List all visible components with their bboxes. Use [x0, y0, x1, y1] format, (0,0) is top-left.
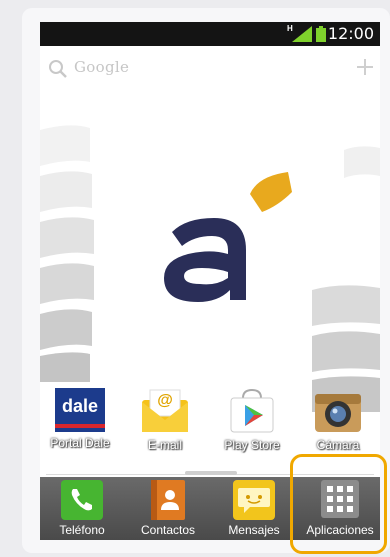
dock-messages[interactable]: Mensajes — [214, 480, 294, 537]
dock-label: Contactos — [140, 523, 196, 537]
dock-phone[interactable]: Teléfono — [42, 480, 122, 537]
app-camera[interactable]: Cámara — [304, 388, 372, 452]
app-email[interactable]: @ E-mail — [131, 388, 199, 452]
dock-contacts[interactable]: Contactos — [128, 480, 208, 537]
highlight-box — [290, 454, 387, 554]
google-search-bar[interactable]: Google — [40, 52, 380, 82]
portal-dale-icon: dale — [55, 388, 105, 432]
status-time: 12:00 — [327, 24, 374, 43]
dale-icon-text: dale — [61, 396, 99, 416]
status-bar: H 12:00 — [40, 22, 380, 46]
contacts-icon — [145, 480, 191, 520]
dock-label: Mensajes — [228, 523, 280, 537]
dock-label: Teléfono — [59, 523, 105, 537]
app-play-store[interactable]: Play Store — [218, 388, 286, 452]
search-icon — [49, 60, 67, 78]
brand-logo — [164, 172, 292, 302]
wallpaper-pattern-left — [40, 125, 94, 382]
add-icon[interactable] — [356, 58, 374, 76]
app-label: Cámara — [316, 438, 360, 452]
signal-icon — [292, 26, 312, 42]
wallpaper-pattern-right-top — [344, 146, 380, 178]
battery-icon — [316, 26, 326, 42]
search-hint: Google — [74, 58, 130, 76]
app-label: E-mail — [147, 438, 182, 452]
play-store-icon — [225, 388, 279, 434]
email-icon: @ — [138, 388, 192, 434]
email-at-sign: @ — [157, 392, 173, 409]
app-label: Play Store — [224, 438, 280, 452]
app-label: Portal Dale — [50, 436, 110, 450]
messages-icon — [231, 480, 277, 520]
dock-handle[interactable] — [185, 471, 237, 475]
camera-icon — [311, 388, 365, 434]
phone-icon — [59, 480, 105, 520]
app-portal-dale[interactable]: dale Portal Dale — [46, 388, 114, 450]
